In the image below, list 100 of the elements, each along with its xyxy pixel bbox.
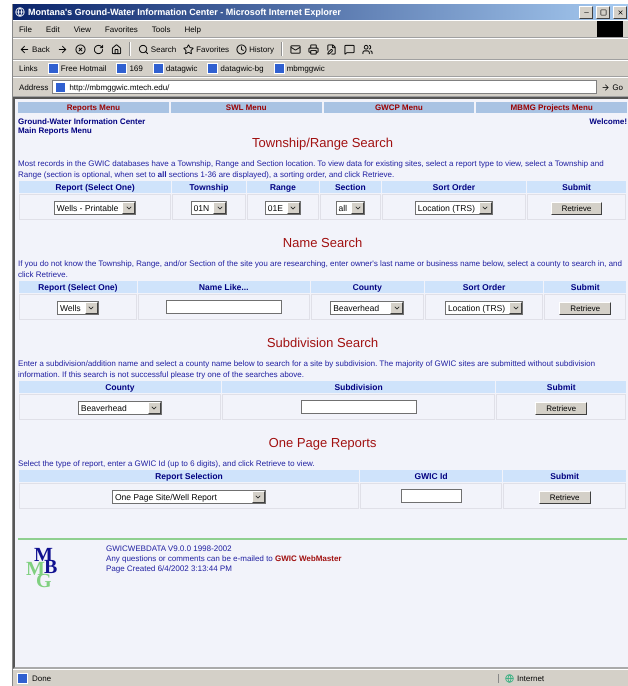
section-description: Enter a subdivision/addition name and select a county name below to search for a site by subdivision. The majority of GWIC sites are submitted without subdivision information. If this search is not successful please try one of the searches above. [18,358,596,380]
page-icon [116,63,128,74]
menu-item[interactable]: Edit [46,24,60,34]
dropdown-select[interactable]: Beaverhead [330,301,404,315]
column-header: Submit [526,181,626,193]
toolbar-button[interactable]: Search [138,44,176,54]
section-title: Name Search [282,235,364,250]
link-button[interactable]: datagwic-bg [207,63,264,74]
address-text: http://mbmggwic.mtech.edu/ [69,82,170,92]
menu-item[interactable]: Tools [152,24,170,34]
page-icon [55,82,66,92]
input-field[interactable] [400,488,462,502]
nav-link[interactable]: SWL Menu [170,102,322,113]
webmaster-link[interactable]: GWIC WebMaster [274,554,342,563]
mail-icon[interactable] [290,44,301,54]
section-description: If you do not know the Township, Range, and/or Section of the site you are researching, enter owner's last name or business name below, select a county to search in, and click Retrieve. [18,258,623,280]
star-icon [183,44,194,54]
column-header: Report (Select One) [19,181,172,193]
zone-text: Internet [517,674,544,682]
retrieve-button[interactable]: Retrieve [535,402,588,415]
address-field[interactable]: http://mbmggwic.mtech.edu/ [52,80,598,94]
minimize-button[interactable] [579,6,593,18]
status-text: Done [32,674,52,682]
people-icon[interactable] [362,44,373,54]
column-header: Report (Select One) [19,281,137,293]
dropdown-select[interactable]: Location (TRS) [414,201,493,215]
section-title: Township/Range Search [251,135,394,150]
menu-item[interactable]: Help [184,24,201,34]
column-header: Submit [496,381,626,393]
welcome-text: Welcome! [589,117,627,128]
input-field[interactable] [166,300,282,314]
input-field[interactable] [300,400,417,414]
retrieve-button[interactable]: Retrieve [559,302,612,315]
column-header: Report Selection [19,470,359,482]
created-text: Page Created 6/4/2002 3:13:44 PM [106,564,233,574]
column-header: Township [172,181,246,193]
dropdown-select[interactable]: Wells - Printable [54,201,136,215]
link-button[interactable]: Free Hotmail [48,63,106,74]
nav-link[interactable]: Reports Menu [18,102,169,113]
page-icon [17,672,28,684]
refresh-icon[interactable] [92,44,104,54]
browser-icon [15,7,25,17]
maximize-icon [600,8,606,16]
column-header: Name Like... [138,281,310,293]
edit-icon[interactable] [326,44,337,54]
link-button[interactable]: 169 [116,63,143,74]
menu-item[interactable]: File [19,24,32,34]
column-header: County [19,381,221,393]
go-button[interactable]: Go [601,82,623,92]
column-header: Subdivision [222,381,496,393]
column-header: County [310,281,424,293]
close-icon [616,8,624,16]
page-icon [274,63,285,74]
globe-icon [505,674,514,682]
search-icon [138,44,149,54]
version-text: GWICWEBDATA V9.0.0 1998-2002 [106,544,233,554]
dropdown-select[interactable]: 01N [190,201,228,215]
menu-item[interactable]: View [74,24,91,34]
go-arrow-icon [601,82,610,92]
page-icon [152,63,164,74]
section-title: One Page Reports [268,435,378,450]
retrieve-button[interactable]: Retrieve [550,202,602,215]
nav-link[interactable]: GWCP Menu [324,102,474,113]
dropdown-select[interactable]: Beaverhead [78,401,162,415]
header-text: Main Reports Menu [18,126,93,135]
toolbar-button[interactable]: Back [19,44,50,54]
dropdown-select[interactable]: all [336,201,366,215]
link-button[interactable]: mbmggwic [274,63,325,74]
chat-icon[interactable] [344,44,355,54]
page-icon [48,63,59,74]
dropdown-select[interactable]: Location (TRS) [444,301,524,315]
close-button[interactable] [613,6,627,18]
address-label: Address [19,82,48,92]
contact-text: Any questions or comments can be e-mailed to GWIC WebMaster [106,554,342,564]
links-label: Links [19,64,38,73]
link-button[interactable]: datagwic [152,63,198,74]
retrieve-button[interactable]: Retrieve [538,491,590,504]
forward-arrow-icon[interactable] [56,44,68,54]
section-title: Subdivision Search [266,335,380,350]
column-header: GWIC Id [360,470,502,482]
printer-icon[interactable] [308,44,319,54]
home-icon[interactable] [110,44,122,54]
section-description: Select the type of report, enter a GWIC Id (up to 6 digits), and click Retrieve to view. [18,458,316,469]
dropdown-select[interactable]: One Page Site/Well Report [112,490,266,504]
dropdown-select[interactable]: 01E [264,201,301,215]
toolbar-button[interactable]: Favorites [183,44,230,54]
section-description: Most records in the GWIC databases have a Township, Range and Section location. To view data for existing sites, select a report type to view, select a Township and Range (section is optional, when set to all sections 1-36 are displayed), a sorting order, and click Retrieve. [18,158,605,180]
column-header: Section [320,181,381,193]
page-icon [207,63,218,74]
column-header: Sort Order [382,181,526,193]
window-title: Montana's Ground-Water Information Center - Microsoft Internet Explorer [28,7,342,17]
toolbar-button[interactable]: History [236,44,274,54]
menu-item[interactable]: Favorites [104,24,138,34]
maximize-button[interactable] [596,6,610,18]
dropdown-select[interactable]: Wells [57,301,99,315]
nav-link[interactable]: MBMG Projects Menu [476,102,627,113]
stop-icon[interactable] [74,44,86,54]
column-header: Range [246,181,319,193]
clock-icon [236,44,248,54]
column-header: Submit [544,281,626,293]
